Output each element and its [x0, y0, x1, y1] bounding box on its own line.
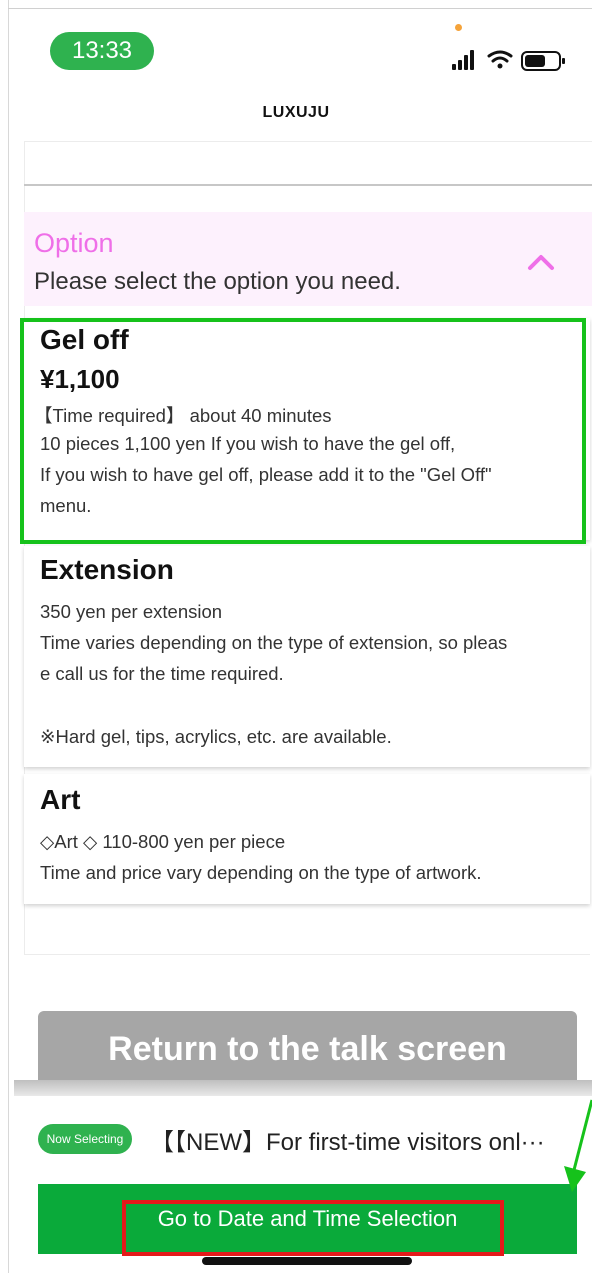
home-indicator[interactable]	[202, 1257, 412, 1265]
go-to-date-time-button[interactable]: Go to Date and Time Selection	[38, 1184, 577, 1254]
panel-shadow	[14, 1080, 592, 1096]
option-title: Option	[34, 228, 114, 258]
option-desc-line: Time varies depending on the type of ext…	[40, 632, 508, 653]
option-card-art[interactable]: Art ◇Art ◇ 110-800 yen per piece Time an…	[24, 774, 590, 904]
option-title-gel-off: Gel off	[40, 324, 129, 355]
option-section-header[interactable]: Option Please select the option you need…	[24, 212, 592, 306]
option-price-gel-off: ¥1,100	[40, 364, 120, 394]
frame-top-edge	[8, 8, 592, 9]
option-desc-line: ◇Art ◇ 110-800 yen per piece	[40, 831, 286, 852]
status-icons	[452, 50, 565, 71]
now-selecting-badge: Now Selecting	[38, 1124, 132, 1154]
option-subtitle: Please select the option you need.	[34, 268, 401, 295]
header-divider	[24, 141, 592, 142]
selected-menu-text[interactable]: 【【NEW】For first-time visitors onl···	[150, 1122, 580, 1157]
option-desc-line: If you wish to have gel off, please add …	[40, 464, 492, 485]
option-desc-line: 【Time required】 about 40 minutes	[34, 405, 332, 426]
option-title-art: Art	[40, 784, 81, 815]
frame-left-edge	[8, 0, 9, 1273]
privacy-indicator-dot	[455, 24, 462, 31]
app-title: LUXUJU	[262, 104, 330, 121]
option-desc-line: Time and price vary depending on the typ…	[40, 862, 482, 883]
page: 13:33 LUXUJU Option Please select the op…	[0, 0, 592, 1273]
option-desc-line: menu.	[40, 495, 92, 516]
option-card-gel-off[interactable]: Gel off ¥1,100 【Time required】 about 40 …	[24, 318, 590, 540]
list-end-spacer	[24, 906, 590, 955]
option-desc-line: e call us for the time required.	[40, 663, 284, 684]
status-time: 13:33	[50, 32, 154, 70]
option-desc-line: ※Hard gel, tips, acrylics, etc. are avai…	[40, 726, 392, 747]
wifi-icon	[487, 50, 513, 69]
return-to-talk-button[interactable]: Return to the talk screen	[38, 1011, 577, 1087]
chevron-up-icon[interactable]	[527, 250, 555, 272]
option-desc-line: 10 pieces 1,100 yen If you wish to have …	[40, 433, 456, 454]
option-title-extension: Extension	[40, 554, 174, 585]
option-card-extension[interactable]: Extension 350 yen per extension Time var…	[24, 546, 590, 767]
option-desc-line: 350 yen per extension	[40, 601, 223, 622]
signal-icon	[452, 50, 474, 70]
section-divider	[24, 184, 592, 186]
battery-icon	[521, 51, 565, 71]
